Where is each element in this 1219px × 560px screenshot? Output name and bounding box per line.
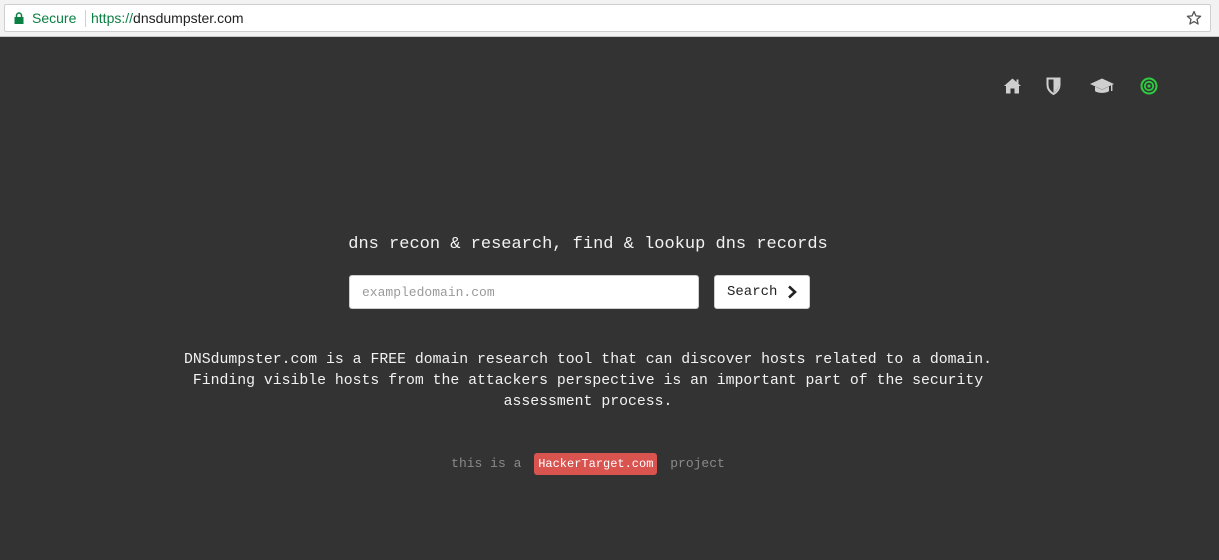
hackertarget-link[interactable]: HackerTarget.com: [534, 453, 658, 475]
target-icon[interactable]: [1140, 77, 1158, 95]
chevron-right-icon: [788, 285, 797, 299]
description-text: DNSdumpster.com is a FREE domain researc…: [183, 352, 993, 410]
domain-search-input[interactable]: [349, 275, 699, 309]
footer-prefix: this is a: [451, 456, 522, 471]
secure-label: Secure: [32, 10, 77, 26]
url-scheme: https://: [91, 10, 134, 26]
url-divider: [85, 10, 86, 27]
home-icon[interactable]: [1003, 77, 1022, 95]
page-content: dns recon & research, find & lookup dns …: [0, 37, 1219, 560]
search-button-label: Search: [727, 284, 778, 300]
shield-icon[interactable]: [1046, 77, 1061, 95]
search-button[interactable]: Search: [714, 275, 810, 309]
url-host: dnsdumpster.com: [133, 10, 244, 26]
footer-suffix: project: [670, 456, 725, 471]
tagline: dns recon & research, find & lookup dns …: [348, 235, 828, 254]
address-bar[interactable]: Secure https://dnsdumpster.com: [4, 4, 1211, 32]
browser-toolbar: Secure https://dnsdumpster.com: [0, 0, 1219, 37]
lock-icon: [14, 12, 24, 24]
bookmark-star-icon[interactable]: [1186, 10, 1202, 26]
url-text[interactable]: https://dnsdumpster.com: [91, 10, 244, 26]
footer-credit: this is a HackerTarget.com project: [0, 453, 1176, 475]
top-nav: [1000, 77, 1170, 97]
graduation-cap-icon[interactable]: [1089, 77, 1115, 95]
